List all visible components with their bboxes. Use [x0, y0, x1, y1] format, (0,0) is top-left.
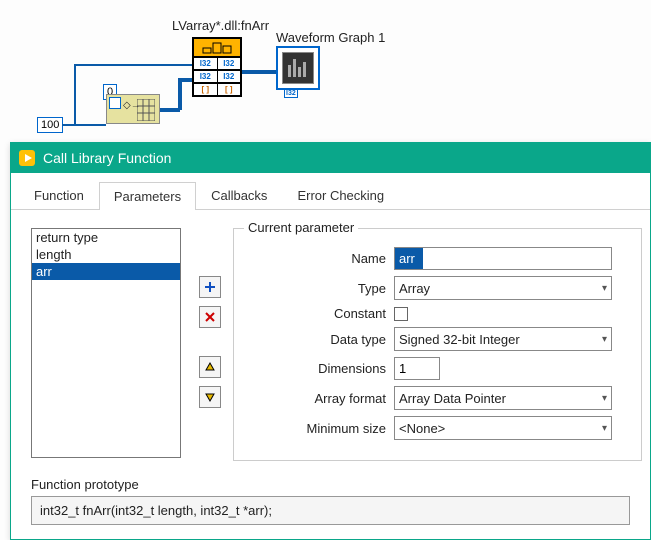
block-diagram: LVarray*.dll:fnArr Waveform Graph 1 I32I…	[0, 0, 651, 140]
wire	[74, 64, 76, 126]
chevron-down-icon: ▾	[602, 334, 607, 345]
tab-error-checking[interactable]: Error Checking	[282, 181, 399, 209]
cln-header-icon	[192, 37, 242, 58]
constant-hundred[interactable]: 100	[37, 117, 63, 133]
wire	[74, 64, 192, 66]
prototype-label: Function prototype	[31, 477, 630, 492]
dialog-title: Call Library Function	[43, 150, 171, 166]
list-item[interactable]: length	[32, 246, 180, 263]
list-item[interactable]: return type	[32, 229, 180, 246]
array-size-terminal	[109, 97, 121, 109]
chevron-down-icon: ▾	[602, 423, 607, 434]
wire	[242, 70, 276, 74]
waveform-graph-label: Waveform Graph 1	[276, 30, 385, 45]
constant-checkbox[interactable]	[394, 307, 408, 321]
add-param-button[interactable]	[199, 276, 221, 298]
current-parameter-group: Current parameter Name Type Array ▾ Cons…	[233, 228, 642, 461]
call-library-dialog: Call Library Function Function Parameter…	[10, 142, 651, 540]
dimensions-input[interactable]	[394, 357, 440, 380]
play-icon	[19, 150, 35, 166]
move-up-button[interactable]	[199, 356, 221, 378]
parameter-listbox[interactable]: return type length arr	[31, 228, 181, 458]
wire	[62, 124, 106, 126]
tab-callbacks[interactable]: Callbacks	[196, 181, 282, 209]
wire	[160, 108, 180, 112]
move-down-button[interactable]	[199, 386, 221, 408]
cln-label: LVarray*.dll:fnArr	[172, 18, 269, 33]
tab-strip: Function Parameters Callbacks Error Chec…	[11, 181, 650, 210]
tab-function[interactable]: Function	[19, 181, 99, 209]
minimum-size-select[interactable]: <None> ▾	[394, 416, 612, 440]
waveform-graph-terminal[interactable]: I32	[276, 46, 320, 90]
datatype-select[interactable]: Signed 32-bit Integer ▾	[394, 327, 612, 351]
dialog-titlebar[interactable]: Call Library Function	[11, 143, 650, 173]
chevron-down-icon: ▾	[602, 393, 607, 404]
remove-param-button[interactable]	[199, 306, 221, 328]
prototype-box: int32_t fnArr(int32_t length, int32_t *a…	[31, 496, 630, 525]
name-label: Name	[244, 251, 394, 266]
group-title: Current parameter	[244, 220, 358, 235]
wire	[178, 78, 192, 82]
minimum-size-label: Minimum size	[244, 421, 394, 436]
chevron-down-icon: ▾	[602, 283, 607, 294]
array-format-label: Array format	[244, 391, 394, 406]
graph-datatype-badge: I32	[284, 89, 298, 98]
dimensions-label: Dimensions	[244, 361, 394, 376]
constant-label: Constant	[244, 306, 394, 321]
datatype-label: Data type	[244, 332, 394, 347]
list-item[interactable]: arr	[32, 263, 180, 280]
call-library-node[interactable]: I32I32 I32I32 [ ][ ]	[192, 37, 242, 97]
array-format-select[interactable]: Array Data Pointer ▾	[394, 386, 612, 410]
name-input[interactable]	[394, 247, 612, 270]
tab-parameters[interactable]: Parameters	[99, 182, 196, 210]
type-label: Type	[244, 281, 394, 296]
initialize-array-node[interactable]: ◇→	[106, 94, 160, 124]
type-select[interactable]: Array ▾	[394, 276, 612, 300]
wire	[178, 78, 182, 110]
